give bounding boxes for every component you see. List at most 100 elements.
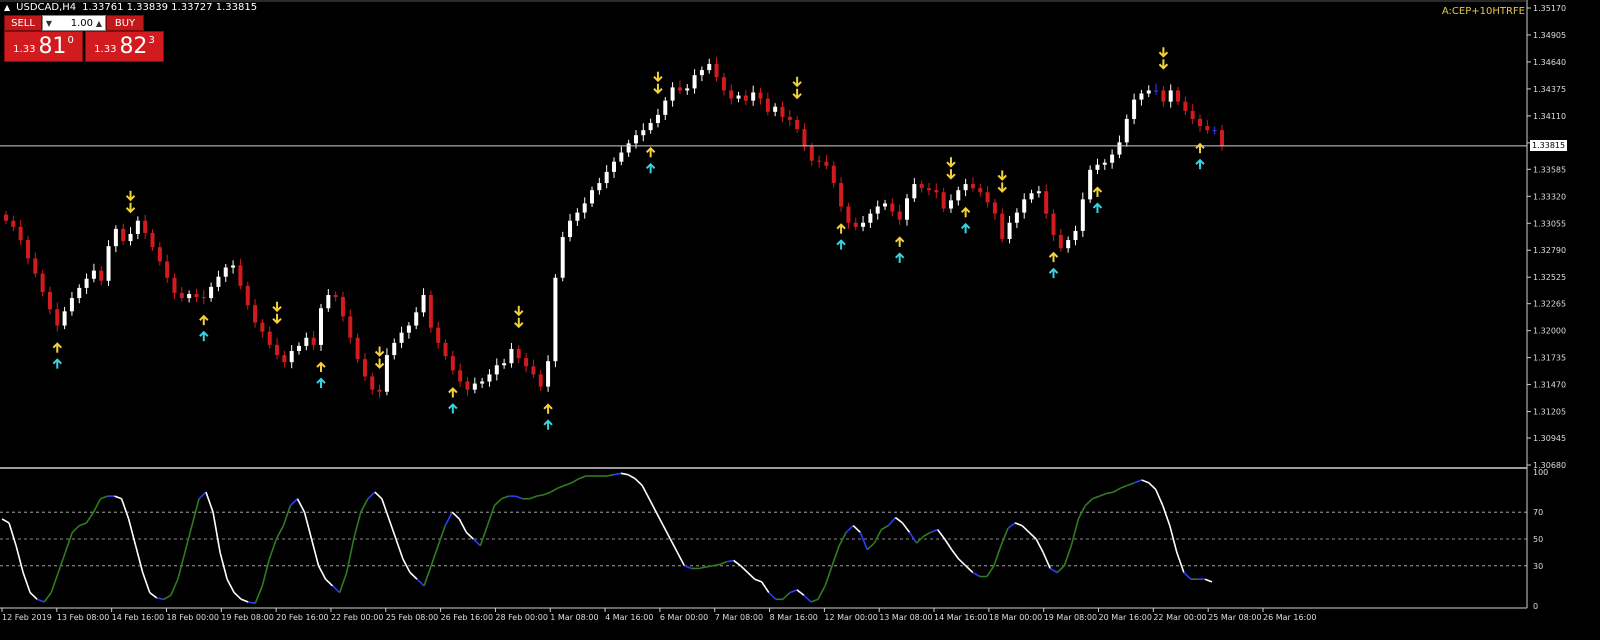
osc-line-segment <box>930 528 938 534</box>
osc-line-segment <box>536 493 544 497</box>
collapse-triangle-icon[interactable]: ▲ <box>4 3 10 12</box>
price-tick-label: 1.33320 <box>1533 192 1566 201</box>
time-tick-label: 4 Mar 16:00 <box>605 613 653 622</box>
lot-size-input[interactable] <box>55 17 93 29</box>
osc-line-segment <box>648 498 657 513</box>
candle-body <box>311 337 316 345</box>
current-price-label: 1.33815 <box>1530 139 1568 151</box>
candle-body <box>861 222 866 227</box>
osc-line-segment <box>332 585 341 594</box>
candle-body <box>1183 101 1188 111</box>
osc-line-segment <box>1056 565 1065 574</box>
osc-line-segment <box>388 518 397 540</box>
osc-line-segment <box>79 522 87 527</box>
osc-line-segment <box>374 491 383 500</box>
osc-line-segment <box>789 589 798 594</box>
osc-line-segment <box>177 552 186 580</box>
candle-body <box>33 258 38 274</box>
osc-line-segment <box>655 511 664 526</box>
osc-line-segment <box>345 538 355 573</box>
osc-line-segment <box>1134 479 1142 484</box>
candle-body <box>128 233 133 242</box>
candle-body <box>612 161 616 172</box>
osc-line-segment <box>127 518 137 546</box>
buy-button[interactable]: BUY <box>106 15 144 31</box>
osc-line-segment <box>852 525 861 533</box>
osc-line-segment <box>134 545 144 573</box>
sell-price-button[interactable]: 1.33 81 0 <box>4 31 83 62</box>
candle-body <box>253 305 258 323</box>
osc-line-segment <box>367 491 376 500</box>
candle-body <box>55 309 60 326</box>
osc-line-segment <box>705 565 713 568</box>
candle-body <box>670 87 675 101</box>
candle-body <box>494 365 499 375</box>
osc-line-segment <box>887 517 897 527</box>
sell-button[interactable]: SELL <box>4 15 42 31</box>
candle-body <box>465 381 470 390</box>
osc-line-segment <box>1092 495 1100 500</box>
osc-line-segment <box>141 572 151 593</box>
osc-line-segment <box>423 565 432 587</box>
candle-body <box>428 295 433 328</box>
osc-line-segment <box>1183 571 1192 580</box>
osc-line-segment <box>479 525 489 546</box>
osc-line-segment <box>676 552 686 567</box>
buy-price-big: 82 <box>119 33 148 59</box>
candle-body <box>340 297 345 317</box>
osc-line-segment <box>894 516 903 524</box>
candle-body <box>516 348 521 359</box>
candle-body <box>1044 191 1049 214</box>
buy-price-button[interactable]: 1.33 82 3 <box>85 31 164 62</box>
candle-body <box>406 325 411 333</box>
price-tick-label: 1.32790 <box>1533 246 1566 255</box>
osc-line-segment <box>352 511 362 540</box>
chart-canvas[interactable]: 1.351701.349051.346401.343751.341101.338… <box>0 0 1600 640</box>
time-tick-label: 14 Feb 16:00 <box>112 613 164 622</box>
candle-body <box>568 220 573 238</box>
candle-body <box>304 337 309 346</box>
lot-size-control: ▼ ▲ <box>42 15 106 31</box>
candle-body <box>817 160 822 162</box>
candle-body <box>113 228 118 247</box>
osc-line-segment <box>282 505 292 526</box>
osc-line-segment <box>768 592 777 600</box>
osc-line-segment <box>965 565 974 574</box>
candle-body <box>172 277 177 293</box>
candle-body <box>1088 169 1093 200</box>
osc-line-segment <box>310 538 320 567</box>
osc-line-segment <box>684 565 692 570</box>
osc-line-segment <box>36 598 45 603</box>
osc-line-segment <box>726 559 734 563</box>
osc-line-segment <box>29 592 38 600</box>
candle-body <box>472 383 477 390</box>
candle-body <box>553 277 558 362</box>
candle-body <box>1161 90 1166 102</box>
osc-line-segment <box>170 578 179 596</box>
osc-line-segment <box>824 565 833 587</box>
osc-line-segment <box>1035 538 1044 553</box>
osc-line-segment <box>972 571 981 578</box>
candle-body <box>912 184 917 199</box>
candle-body <box>1066 240 1071 249</box>
osc-line-segment <box>360 498 369 513</box>
candle-body <box>1146 90 1151 94</box>
osc-line-segment <box>43 592 52 603</box>
candle-body <box>399 332 404 343</box>
candle-body <box>275 344 280 356</box>
osc-line-segment <box>1120 484 1128 489</box>
osc-line-segment <box>1106 491 1114 495</box>
time-tick-label: 20 Mar 16:00 <box>1099 613 1152 622</box>
time-tick-label: 19 Mar 08:00 <box>1044 613 1097 622</box>
osc-line-segment <box>1 518 10 524</box>
candle-body <box>11 220 16 227</box>
osc-line-segment <box>1162 505 1171 526</box>
candle-body <box>538 374 543 387</box>
osc-line-segment <box>493 498 503 507</box>
candle-body <box>721 77 726 91</box>
lot-decrease-icon[interactable]: ▼ <box>43 19 55 28</box>
lot-increase-icon[interactable]: ▲ <box>93 19 105 28</box>
osc-line-segment <box>1148 482 1157 490</box>
candle-body <box>890 203 895 212</box>
osc-line-segment <box>782 592 791 600</box>
